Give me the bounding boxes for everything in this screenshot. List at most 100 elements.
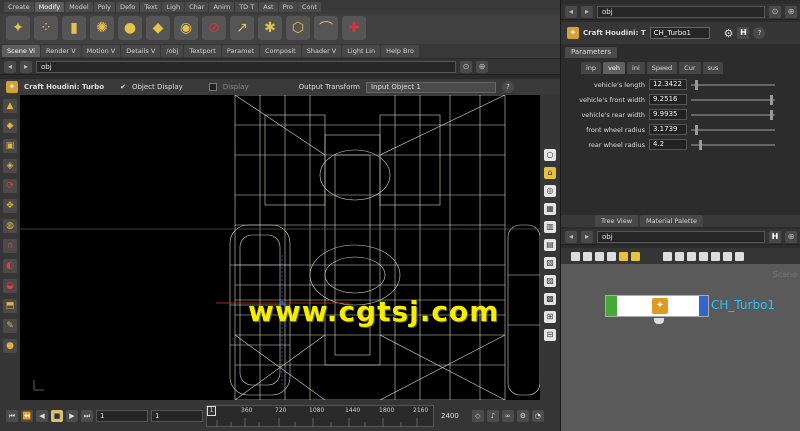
points-tool-icon[interactable]: ⁘ <box>34 16 58 40</box>
lattice-tool-icon[interactable]: ⬡ <box>286 16 310 40</box>
slider-handle[interactable] <box>695 79 699 90</box>
front-wheel-radius-slider[interactable] <box>691 124 775 135</box>
magnet-icon[interactable]: ∩ <box>3 239 17 253</box>
tab-help-browser[interactable]: Help Bro <box>381 45 419 57</box>
jump-start-icon[interactable]: ⏮ <box>6 409 18 422</box>
display-checkbox[interactable] <box>208 83 217 91</box>
vehicle-length-field[interactable]: 12.3422 <box>649 79 687 90</box>
record-icon[interactable]: ● <box>3 339 17 353</box>
tab-tree-view[interactable]: Tree View <box>595 215 639 227</box>
shelf-tab-create[interactable]: Create <box>4 2 34 12</box>
settings-icon[interactable]: ⚙ <box>516 409 529 422</box>
tab-motion-view[interactable]: Motion V <box>81 45 121 57</box>
wire-icon[interactable] <box>663 251 672 261</box>
parameters-tab[interactable]: Parameters <box>565 47 618 58</box>
rear-width-field[interactable]: 9.9935 <box>649 109 687 120</box>
rear-width-slider[interactable] <box>691 109 775 120</box>
front-width-field[interactable]: 9.2516 <box>649 94 687 105</box>
node-name-label[interactable]: CH_Turbo1 <box>711 298 775 312</box>
pin-icon[interactable]: ⊙ <box>769 5 781 18</box>
note-icon[interactable] <box>619 251 628 261</box>
link-icon[interactable]: ⊕ <box>785 5 797 18</box>
snap-grid-icon[interactable] <box>687 251 696 261</box>
jump-end-icon[interactable]: ⏭ <box>81 409 93 422</box>
tab-textport[interactable]: Textport <box>184 45 221 57</box>
forward-arrow-icon[interactable]: ▸ <box>581 230 593 243</box>
forward-arrow-icon[interactable]: ▸ <box>581 5 593 18</box>
shelf-tab-ast[interactable]: Ast <box>259 2 278 12</box>
checkmark-icon[interactable]: ✔ <box>120 83 126 91</box>
shelf-tab-td-tools[interactable]: TD T <box>235 2 259 12</box>
fuse-tool-icon[interactable]: ✱ <box>258 16 282 40</box>
tab-details-view[interactable]: Details V <box>121 45 161 57</box>
shelf-tab-cont[interactable]: Cont <box>297 2 322 12</box>
stop-icon[interactable]: ■ <box>51 409 63 422</box>
shelf-tab-modify[interactable]: Modify <box>34 2 65 12</box>
gear-icon[interactable]: ⚙ <box>724 27 734 40</box>
keyframe-icon[interactable]: ◇ <box>471 409 484 422</box>
snapshot-icon[interactable]: ⊟ <box>544 329 556 341</box>
color-icon[interactable] <box>711 251 720 261</box>
circle-icon[interactable]: ○ <box>544 149 556 161</box>
shelf-tab-model[interactable]: Model <box>65 2 93 12</box>
hidden-line-icon[interactable]: ▨ <box>544 275 556 287</box>
link-icon[interactable]: ⊕ <box>785 230 797 243</box>
tab-parameters[interactable]: Paramet <box>221 45 260 57</box>
edit-tool-icon[interactable]: ✺ <box>90 16 114 40</box>
shelf-tab-lights[interactable]: Ligh <box>162 2 185 12</box>
align-icon[interactable] <box>675 251 684 261</box>
pose-icon[interactable]: ◍ <box>3 219 17 233</box>
scale-icon[interactable]: ✥ <box>3 199 17 213</box>
play-reverse-icon[interactable]: ◀ <box>36 409 48 422</box>
node-output-connector[interactable] <box>654 318 664 324</box>
back-arrow-icon[interactable]: ◂ <box>565 5 577 18</box>
loop-icon[interactable]: ∞ <box>501 409 514 422</box>
sphere-tool-icon[interactable]: ● <box>118 16 142 40</box>
lock-camera-icon[interactable]: ⌂ <box>544 167 556 179</box>
normals-icon[interactable]: ⊞ <box>544 311 556 323</box>
tab-material-palette[interactable]: Material Palette <box>640 215 704 227</box>
rear-wheel-radius-slider[interactable] <box>691 139 775 150</box>
persp-icon[interactable]: ▦ <box>544 203 556 215</box>
start-frame-field[interactable]: 1 <box>151 409 203 422</box>
slider-handle[interactable] <box>699 139 703 150</box>
realtime-icon[interactable]: ◔ <box>531 409 544 422</box>
help-icon[interactable]: ? <box>753 27 766 39</box>
node-display-flag[interactable] <box>699 296 708 316</box>
options-icon[interactable] <box>735 251 744 261</box>
shelf-tab-deform[interactable]: Defo <box>116 2 140 12</box>
vehicle-length-slider[interactable] <box>691 79 775 90</box>
front-width-slider[interactable] <box>691 94 775 105</box>
move-icon[interactable]: ◈ <box>3 159 17 173</box>
front-wheel-radius-field[interactable]: 3.1739 <box>649 124 687 135</box>
tab-scene-view[interactable]: Scene Vi <box>2 45 40 57</box>
subtab-vehicle[interactable]: veh <box>603 62 626 74</box>
display-points-icon[interactable]: ▩ <box>544 293 556 305</box>
subtab-inputs[interactable]: inp <box>581 62 602 74</box>
tab-obj[interactable]: /obj <box>161 45 184 57</box>
link-icon[interactable]: ⊕ <box>476 60 488 73</box>
brush-icon[interactable]: ✎ <box>3 319 17 333</box>
list-view-icon[interactable] <box>571 251 580 261</box>
output-transform-dropdown[interactable]: Input Object 1 <box>365 81 496 93</box>
subtab-curve[interactable]: Cur <box>679 62 701 74</box>
play-icon[interactable]: ▶ <box>66 409 78 422</box>
ch-turbo-node[interactable]: ✦ <box>605 295 709 324</box>
subtab-speed[interactable]: Speed <box>646 62 678 74</box>
node-bypass-flag[interactable] <box>606 296 617 316</box>
select-arrow-icon[interactable]: ▲ <box>3 99 17 113</box>
wire-tool-icon[interactable]: ↗ <box>230 16 254 40</box>
layout-icon[interactable] <box>607 251 616 261</box>
step-back-icon[interactable]: ⏪ <box>21 409 33 422</box>
shelf-tab-animation[interactable]: Anim <box>209 2 235 12</box>
camera-icon[interactable]: ◎ <box>544 185 556 197</box>
rear-wheel-radius-field[interactable]: 4.2 <box>649 139 687 150</box>
group-tool-icon[interactable]: ✦ <box>6 16 30 40</box>
subtab-suspension[interactable]: sus <box>702 62 724 74</box>
current-frame-field[interactable]: 1 <box>96 409 148 422</box>
pivot-icon[interactable]: ◒ <box>3 279 17 293</box>
shape-icon[interactable] <box>723 251 732 261</box>
dependency-icon[interactable] <box>699 251 708 261</box>
slider-handle[interactable] <box>770 94 774 105</box>
curve-tool-icon[interactable]: ⌒ <box>314 16 338 40</box>
